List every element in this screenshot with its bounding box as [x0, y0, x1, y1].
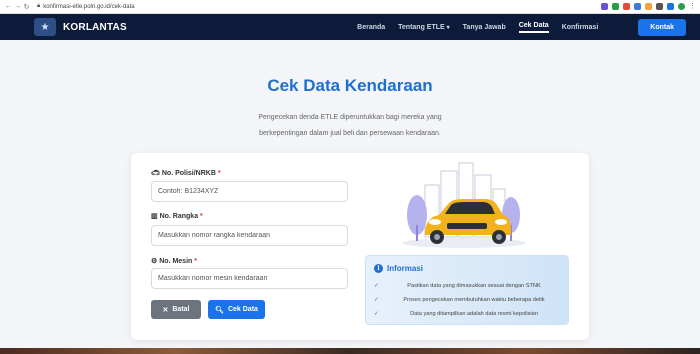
brand-name[interactable]: KORLANTAS	[63, 22, 127, 33]
nav-konfirmasi[interactable]: Konfirmasi	[562, 24, 599, 31]
cancel-button[interactable]: ✕ Batal	[151, 300, 201, 319]
info-header: i Informasi	[374, 264, 423, 273]
nav-beranda[interactable]: Beranda	[357, 24, 385, 31]
hero-section: Cek Data Kendaraan Pengecekan denda ETLE…	[0, 76, 700, 142]
nav-tentang-etle-label: Tentang ETLE	[398, 23, 445, 31]
gear-icon: ⚙	[151, 258, 158, 265]
engine-input[interactable]	[151, 268, 348, 289]
info-panel: i Informasi ✓ Pastikan data yang dimasuk…	[365, 255, 569, 325]
check-data-button-label: Cek Data	[227, 306, 258, 313]
check-icon: ✓	[374, 311, 379, 317]
extension-icon[interactable]	[612, 3, 619, 10]
info-item-text: Data yang ditampilkan adalah data resmi …	[410, 311, 538, 317]
extension-icon[interactable]	[623, 3, 630, 10]
info-item: ✓ Pastikan data yang dimasukkan sesuai d…	[374, 283, 562, 289]
plate-label: 🚗︎ No. Polisi/NRKB *	[151, 169, 221, 177]
info-item: ✓ Data yang ditampilkan adalah data resm…	[374, 311, 562, 317]
check-data-card: 🚗︎ No. Polisi/NRKB * ▥ No. Rangka * ⚙ No…	[131, 153, 589, 340]
required-mark: *	[217, 170, 221, 177]
info-item: ✓ Proses pengecekan membutuhkan waktu be…	[374, 297, 562, 303]
info-icon: i	[374, 264, 383, 273]
nav-cek-data[interactable]: Cek Data	[518, 22, 549, 33]
plate-input[interactable]	[151, 181, 348, 202]
subtitle-line-1: Pengecekan denda ETLE diperuntukkan bagi…	[258, 114, 442, 121]
address-text: konfirmasi-etle.polri.go.id/cek-data	[43, 3, 135, 10]
check-icon: ✓	[374, 297, 379, 303]
korlantas-logo[interactable]: ★	[34, 18, 56, 36]
info-item-text: Proses pengecekan membutuhkan waktu bebe…	[403, 297, 545, 303]
engine-label-text: No. Mesin	[159, 258, 193, 265]
close-icon: ✕	[162, 306, 169, 314]
extension-icon[interactable]	[634, 3, 641, 10]
extension-icon[interactable]	[645, 3, 652, 10]
car-icon: 🚗︎	[151, 170, 160, 177]
chevron-down-icon: ▾	[446, 24, 450, 31]
barcode-icon: ▥	[151, 213, 158, 220]
reload-icon[interactable]: ↻	[22, 3, 31, 11]
required-mark: *	[194, 258, 197, 265]
menu-dots-icon[interactable]: ⋮	[689, 3, 696, 10]
cancel-button-label: Batal	[172, 306, 190, 313]
check-icon: ✓	[374, 283, 379, 289]
profile-avatar[interactable]	[678, 3, 685, 10]
info-title: Informasi	[387, 264, 424, 273]
contact-button[interactable]: Kontak	[638, 18, 686, 36]
browser-toolbar: ← → ↻ 🔒︎ konfirmasi-etle.polri.go.id/cek…	[0, 0, 700, 14]
page-subtitle: Pengecekan denda ETLE diperuntukkan bagi…	[0, 110, 700, 142]
search-icon: 🔍︎	[215, 306, 224, 314]
required-mark: *	[200, 213, 203, 220]
lock-icon: 🔒︎	[37, 3, 41, 9]
taskbar-strip	[0, 348, 700, 354]
car-illustration	[402, 162, 526, 248]
check-data-button[interactable]: 🔍︎ Cek Data	[208, 300, 265, 319]
page-title: Cek Data Kendaraan	[267, 76, 433, 95]
frame-label-text: No. Rangka	[159, 213, 199, 220]
plate-label-text: No. Polisi/NRKB	[161, 170, 216, 177]
info-item-text: Pastikan data yang dimasukkan sesuai den…	[407, 283, 541, 289]
frame-label: ▥ No. Rangka *	[151, 212, 203, 220]
site-navbar: ★ KORLANTAS Beranda Tentang ETLE ▾ Tanya…	[0, 14, 700, 40]
subtitle-line-2: berkepentingan dalam jual beli dan perse…	[259, 130, 441, 137]
extension-icon[interactable]	[601, 3, 608, 10]
engine-label: ⚙ No. Mesin *	[151, 257, 197, 265]
extension-icon[interactable]	[667, 3, 674, 10]
address-bar[interactable]: 🔒︎ konfirmasi-etle.polri.go.id/cek-data	[37, 3, 601, 10]
nav-tentang-etle[interactable]: Tentang ETLE ▾	[398, 24, 450, 31]
back-icon[interactable]: ←	[4, 3, 13, 10]
extension-icons: ⋮	[601, 3, 696, 10]
main-nav: Beranda Tentang ETLE ▾ Tanya Jawab Cek D…	[357, 22, 598, 33]
frame-input[interactable]	[151, 225, 348, 246]
forward-icon[interactable]: →	[13, 3, 22, 10]
nav-tanya-jawab[interactable]: Tanya Jawab	[463, 24, 506, 31]
extension-icon[interactable]	[656, 3, 663, 10]
